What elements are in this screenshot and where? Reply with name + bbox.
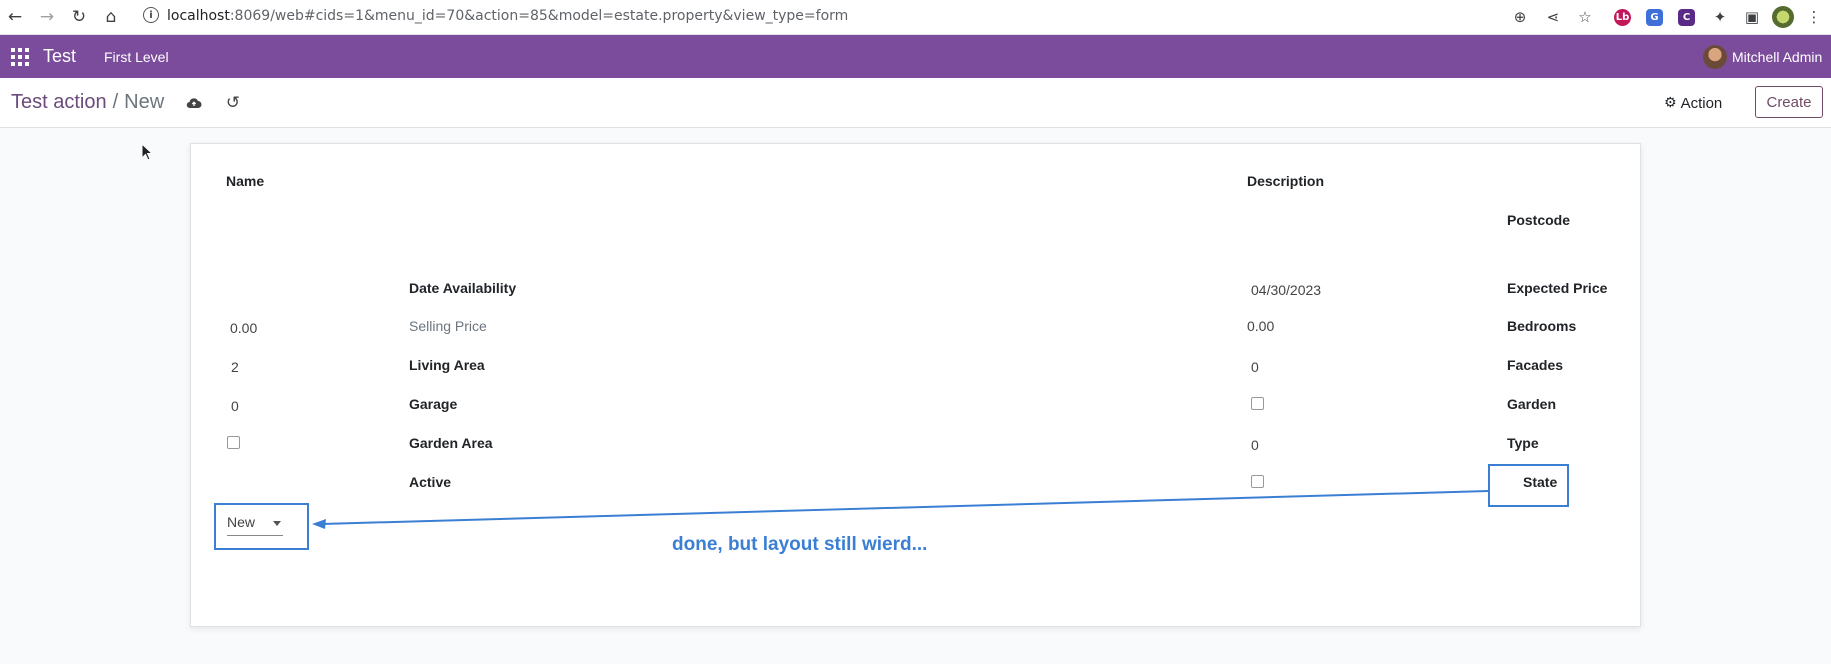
annotation-box-state-field xyxy=(214,503,309,550)
breadcrumb-separator: / xyxy=(112,91,119,113)
garden-checkbox[interactable] xyxy=(227,436,240,449)
name-label: Name xyxy=(226,173,265,189)
garden-area-field[interactable]: 0 xyxy=(1251,437,1259,453)
main-navbar: Test First Level Mitchell Admin xyxy=(0,35,1831,78)
breadcrumb: Test action / New xyxy=(11,91,164,114)
bedrooms-field[interactable]: 2 xyxy=(231,359,239,375)
site-info-icon[interactable]: i xyxy=(143,7,159,23)
active-checkbox[interactable] xyxy=(1251,475,1264,488)
bookmark-star-icon[interactable]: ☆ xyxy=(1575,7,1595,27)
expected-price-label: Expected Price xyxy=(1507,280,1608,296)
description-label: Description xyxy=(1247,173,1325,189)
active-label: Active xyxy=(409,474,452,490)
url-host: localhost xyxy=(167,8,230,24)
annotation-box-state-label xyxy=(1488,464,1569,507)
breadcrumb-current: New xyxy=(124,91,165,113)
gear-icon: ⚙ xyxy=(1664,95,1677,111)
zoom-icon[interactable]: ⊕ xyxy=(1510,7,1530,27)
browser-menu-icon[interactable]: ⋮ xyxy=(1804,7,1824,27)
reload-icon[interactable]: ↻ xyxy=(68,6,90,28)
facades-field[interactable]: 0 xyxy=(231,398,239,414)
user-avatar[interactable] xyxy=(1703,45,1727,69)
translate-extension-icon[interactable]: G xyxy=(1646,9,1663,26)
action-label: Action xyxy=(1680,94,1723,112)
forward-icon[interactable]: → xyxy=(36,6,58,28)
garage-label: Garage xyxy=(409,396,458,412)
user-menu[interactable]: Mitchell Admin xyxy=(1732,49,1822,65)
share-icon[interactable]: ⋖ xyxy=(1543,7,1563,27)
extensions-puzzle-icon[interactable]: ✦ xyxy=(1710,7,1730,27)
discard-undo-icon[interactable]: ↺ xyxy=(222,92,244,114)
side-panel-icon[interactable]: ▣ xyxy=(1742,7,1762,27)
create-button[interactable]: Create xyxy=(1755,86,1823,118)
type-label: Type xyxy=(1507,435,1539,451)
browser-toolbar: ← → ↻ ⌂ i localhost:8069/web#cids=1&menu… xyxy=(0,0,1831,35)
back-icon[interactable]: ← xyxy=(4,6,26,28)
selling-price-field[interactable]: 0.00 xyxy=(1247,318,1274,334)
living-area-label: Living Area xyxy=(409,357,485,373)
address-bar[interactable]: localhost:8069/web#cids=1&menu_id=70&act… xyxy=(167,8,848,24)
postcode-label: Postcode xyxy=(1507,212,1571,228)
action-menu-button[interactable]: ⚙ Action xyxy=(1664,91,1722,115)
apps-menu-icon[interactable] xyxy=(11,48,29,66)
home-icon[interactable]: ⌂ xyxy=(100,6,122,28)
garage-checkbox[interactable] xyxy=(1251,397,1264,410)
expected-price-field[interactable]: 0.00 xyxy=(230,320,257,336)
garden-area-label: Garden Area xyxy=(409,435,493,451)
annotation-text: done, but layout still wierd... xyxy=(672,534,928,555)
mouse-cursor-icon xyxy=(141,143,154,161)
extension-1-icon[interactable]: Lb xyxy=(1614,9,1631,26)
profile-avatar-icon[interactable] xyxy=(1772,6,1794,28)
selling-price-label: Selling Price xyxy=(409,318,487,334)
save-cloud-icon[interactable] xyxy=(183,93,205,113)
date-availability-label: Date Availability xyxy=(409,280,517,296)
garden-label: Garden xyxy=(1507,396,1557,412)
date-availability-field[interactable]: 04/30/2023 xyxy=(1251,282,1321,298)
menu-first-level[interactable]: First Level xyxy=(104,49,169,65)
extension-c-icon[interactable]: C xyxy=(1678,9,1695,26)
facades-label: Facades xyxy=(1507,357,1564,373)
bedrooms-label: Bedrooms xyxy=(1507,318,1577,334)
breadcrumb-parent[interactable]: Test action xyxy=(11,91,107,113)
living-area-field[interactable]: 0 xyxy=(1251,359,1259,375)
url-path: :8069/web#cids=1&menu_id=70&action=85&mo… xyxy=(229,8,849,24)
control-panel: Test action / New ↺ ⚙ Action Create xyxy=(0,78,1831,128)
app-name[interactable]: Test xyxy=(43,46,76,67)
